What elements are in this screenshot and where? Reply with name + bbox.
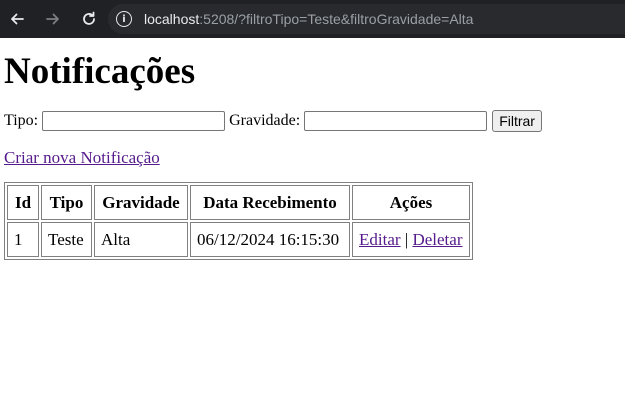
cell-id: 1 (7, 222, 39, 257)
notifications-table: Id Tipo Gravidade Data Recebimento Ações… (4, 182, 473, 260)
cell-data-recebimento: 06/12/2024 16:15:30 (190, 222, 350, 257)
page-title: Notificações (4, 51, 196, 92)
gravidade-input[interactable] (304, 111, 488, 131)
filter-button[interactable]: Filtrar (492, 110, 542, 132)
tipo-input[interactable] (42, 111, 226, 131)
address-bar[interactable]: i localhost:5208/?filtroTipo=Teste&filtr… (108, 4, 625, 34)
forward-button[interactable] (42, 8, 64, 30)
arrow-left-icon (11, 13, 24, 25)
table-header-row: Id Tipo Gravidade Data Recebimento Ações (7, 185, 470, 220)
header-data-recebimento: Data Recebimento (190, 185, 350, 220)
back-button[interactable] (6, 8, 28, 30)
table-row: 1 Teste Alta 06/12/2024 16:15:30 Editar … (7, 222, 470, 257)
url-path: :5208/?filtroTipo=Teste&filtroGravidade=… (199, 11, 474, 27)
edit-link[interactable]: Editar (359, 230, 401, 249)
cell-tipo: Teste (41, 222, 92, 257)
browser-toolbar: i localhost:5208/?filtroTipo=Teste&filtr… (0, 0, 625, 38)
header-gravidade: Gravidade (94, 185, 188, 220)
delete-link[interactable]: Deletar (412, 230, 462, 249)
create-notification-link[interactable]: Criar nova Notificação (4, 148, 160, 168)
cell-acoes: Editar | Deletar (352, 222, 470, 257)
header-acoes: Ações (352, 185, 470, 220)
cell-gravidade: Alta (94, 222, 188, 257)
filter-form: Tipo: Gravidade: Filtrar (4, 109, 621, 133)
gravidade-label: Gravidade: (229, 112, 301, 129)
header-tipo: Tipo (41, 185, 92, 220)
reload-button[interactable] (78, 8, 100, 30)
tipo-label: Tipo: (4, 112, 39, 129)
page-content: Notificações Tipo: Gravidade: Filtrar Cr… (0, 51, 625, 260)
reload-icon (83, 11, 95, 25)
arrow-right-icon (46, 13, 59, 25)
site-info-icon[interactable]: i (116, 11, 132, 27)
url-host: localhost (144, 11, 200, 27)
action-separator: | (404, 229, 409, 249)
header-id: Id (7, 185, 39, 220)
